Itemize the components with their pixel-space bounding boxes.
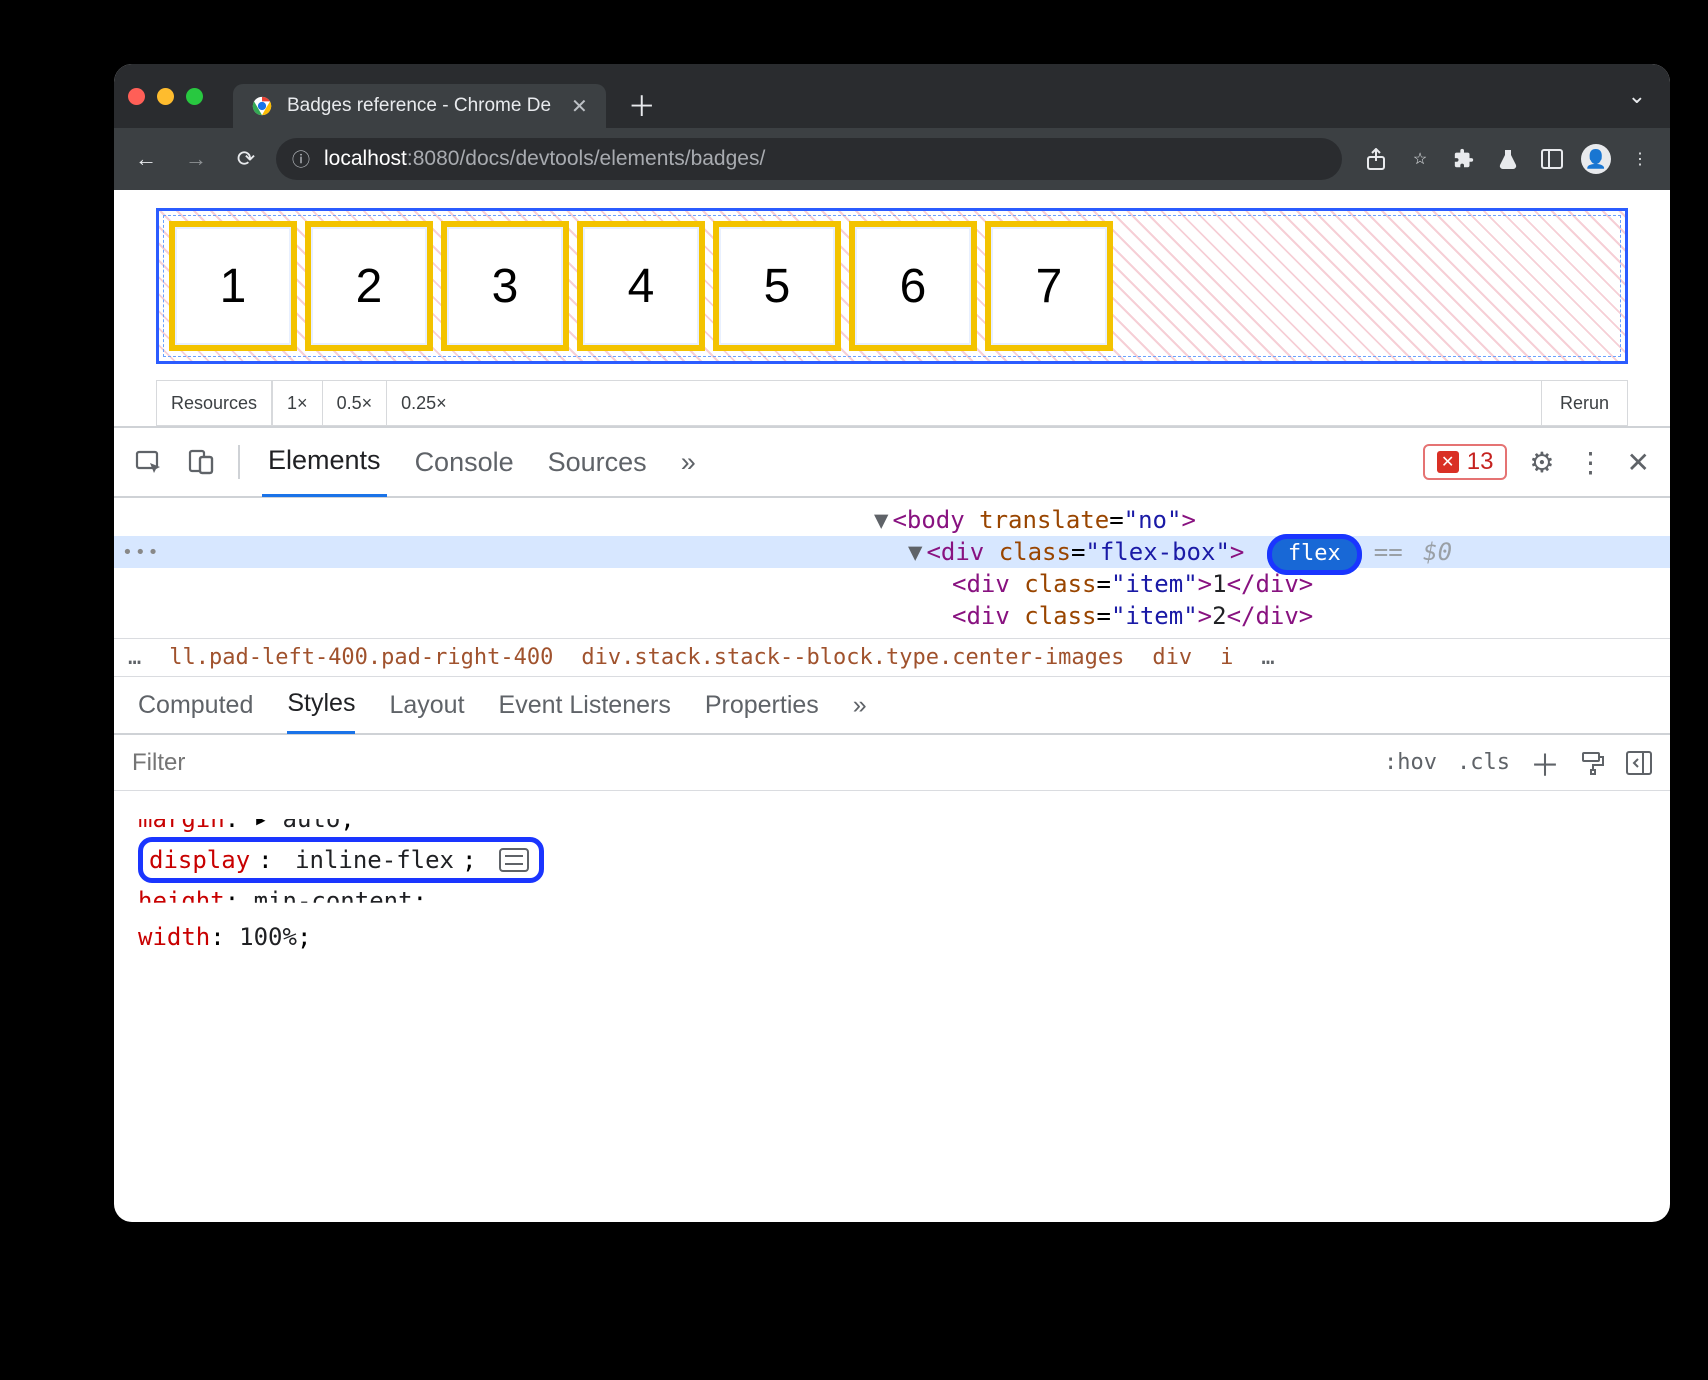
panel-toggle-icon[interactable] <box>1534 141 1570 177</box>
demo-controls-bar: Resources 1× 0.5× 0.25× Rerun <box>156 380 1628 426</box>
subtab-styles[interactable]: Styles <box>287 676 355 734</box>
error-icon: ✕ <box>1437 451 1459 473</box>
labs-flask-icon[interactable] <box>1490 141 1526 177</box>
flex-item: 5 <box>713 221 841 351</box>
tab-elements[interactable]: Elements <box>262 427 387 497</box>
tab-sources[interactable]: Sources <box>542 427 653 497</box>
tab-title: Badges reference - Chrome De <box>287 95 551 117</box>
zoom-option[interactable]: 0.5× <box>322 381 387 425</box>
flex-item: 4 <box>577 221 705 351</box>
page-viewport: 1 2 3 4 5 6 7 Resources 1× 0.5× 0.25× Re… <box>114 190 1670 426</box>
back-button[interactable]: ← <box>126 139 166 179</box>
maximize-window-button[interactable] <box>186 88 203 105</box>
toolbar: ← → ⟳ ⓘ localhost:8080/docs/devtools/ele… <box>114 128 1670 190</box>
dom-node-selected[interactable]: ▼<div class="flex-box"> flex== $0 <box>114 536 1670 568</box>
flex-editor-icon[interactable] <box>499 848 529 872</box>
tabs-overflow-icon[interactable]: ⌄ <box>1628 83 1646 109</box>
tab-console[interactable]: Console <box>409 427 520 497</box>
styles-pane[interactable]: margin: ▸ auto; display: inline-flex; he… <box>114 791 1670 955</box>
zoom-option[interactable]: 1× <box>272 381 322 425</box>
extensions-icon[interactable] <box>1446 141 1482 177</box>
error-count-badge[interactable]: ✕ 13 <box>1423 444 1508 480</box>
styles-filter-input[interactable] <box>114 749 1366 777</box>
chevron-down-icon[interactable]: ▼ <box>874 506 888 534</box>
profile-avatar[interactable]: 👤 <box>1578 141 1614 177</box>
flex-item: 6 <box>849 221 977 351</box>
styles-filter-bar: :hov .cls ＋ <box>114 735 1670 791</box>
site-info-icon[interactable]: ⓘ <box>292 146 310 172</box>
dom-node[interactable]: <div class="item">2</div> <box>114 600 1670 632</box>
flex-item: 2 <box>305 221 433 351</box>
dom-tree[interactable]: ▼<body translate="no"> ▼<div class="flex… <box>114 498 1670 638</box>
zoom-option[interactable]: 0.25× <box>386 381 461 425</box>
subtab-properties[interactable]: Properties <box>705 676 819 734</box>
new-tab-button[interactable]: ＋ <box>628 85 656 125</box>
address-bar[interactable]: ⓘ localhost:8080/docs/devtools/elements/… <box>276 138 1342 180</box>
new-style-rule-icon[interactable]: ＋ <box>1530 741 1560 785</box>
toggle-sidebar-icon[interactable] <box>1626 751 1652 775</box>
style-declaration[interactable]: width: 100%; <box>138 919 1646 955</box>
breadcrumbs[interactable]: … ll.pad-left-400.pad-right-400 div.stac… <box>114 638 1670 677</box>
rerun-button[interactable]: Rerun <box>1541 381 1627 425</box>
browser-window: Badges reference - Chrome De ✕ ＋ ⌄ ← → ⟳… <box>114 64 1670 1222</box>
window-controls <box>128 88 203 105</box>
browser-menu-icon[interactable]: ⋮ <box>1622 141 1658 177</box>
minimize-window-button[interactable] <box>157 88 174 105</box>
url: localhost:8080/docs/devtools/elements/ba… <box>324 147 765 171</box>
titlebar: Badges reference - Chrome De ✕ ＋ ⌄ <box>114 64 1670 128</box>
reload-button[interactable]: ⟳ <box>226 139 266 179</box>
toolbar-actions: ☆ 👤 ⋮ <box>1358 141 1658 177</box>
chevron-down-icon[interactable]: ▼ <box>908 538 922 566</box>
subtabs-overflow-icon[interactable]: » <box>853 676 867 734</box>
settings-gear-icon[interactable]: ⚙ <box>1529 446 1554 479</box>
style-declaration[interactable]: height: min-content; <box>138 883 1646 919</box>
devtools-menu-icon[interactable]: ⋮ <box>1577 446 1605 479</box>
close-devtools-icon[interactable]: ✕ <box>1627 446 1650 479</box>
dom-node[interactable]: ▼<body translate="no"> <box>114 504 1670 536</box>
breadcrumb-item[interactable]: i <box>1220 645 1233 670</box>
flex-badge[interactable]: flex <box>1267 534 1362 575</box>
close-tab-icon[interactable]: ✕ <box>571 94 588 119</box>
subtab-event-listeners[interactable]: Event Listeners <box>499 676 671 734</box>
flex-item: 7 <box>985 221 1113 351</box>
breadcrumb-item[interactable]: div.stack.stack--block.type.center-image… <box>581 645 1124 670</box>
breadcrumb-item[interactable]: div <box>1152 645 1192 670</box>
subtab-computed[interactable]: Computed <box>138 676 253 734</box>
style-declaration[interactable]: margin: ▸ auto; <box>138 801 1646 837</box>
flex-item: 1 <box>169 221 297 351</box>
breadcrumb-item[interactable]: ll.pad-left-400.pad-right-400 <box>169 645 553 670</box>
inspect-element-icon[interactable] <box>134 447 164 477</box>
separator <box>238 445 240 479</box>
share-icon[interactable] <box>1358 141 1394 177</box>
error-count: 13 <box>1467 448 1494 476</box>
resources-button[interactable]: Resources <box>157 381 272 425</box>
paint-format-icon[interactable] <box>1580 750 1606 776</box>
chrome-favicon-icon <box>251 95 273 117</box>
console-var: $0 <box>1423 538 1452 566</box>
flex-item: 3 <box>441 221 569 351</box>
style-declaration-highlighted[interactable]: display: inline-flex; <box>138 837 1646 883</box>
hov-toggle[interactable]: :hov <box>1384 750 1437 775</box>
crumb-overflow-right[interactable]: … <box>1261 645 1274 670</box>
devtools-toolbar: Elements Console Sources » ✕ 13 ⚙ ⋮ ✕ <box>114 428 1670 498</box>
dom-node[interactable]: <div class="item">1</div> <box>114 568 1670 600</box>
devtools-panel: Elements Console Sources » ✕ 13 ⚙ ⋮ ✕ ▼<… <box>114 426 1670 955</box>
device-toggle-icon[interactable] <box>186 447 216 477</box>
styles-subtabs: Computed Styles Layout Event Listeners P… <box>114 677 1670 735</box>
flex-container-demo: 1 2 3 4 5 6 7 <box>156 208 1628 364</box>
crumb-overflow-left[interactable]: … <box>128 645 141 670</box>
browser-tab[interactable]: Badges reference - Chrome De ✕ <box>233 84 606 128</box>
tabs-overflow-icon[interactable]: » <box>675 427 702 497</box>
forward-button[interactable]: → <box>176 139 216 179</box>
close-window-button[interactable] <box>128 88 145 105</box>
cls-toggle[interactable]: .cls <box>1457 750 1510 775</box>
bookmark-star-icon[interactable]: ☆ <box>1402 141 1438 177</box>
subtab-layout[interactable]: Layout <box>389 676 464 734</box>
